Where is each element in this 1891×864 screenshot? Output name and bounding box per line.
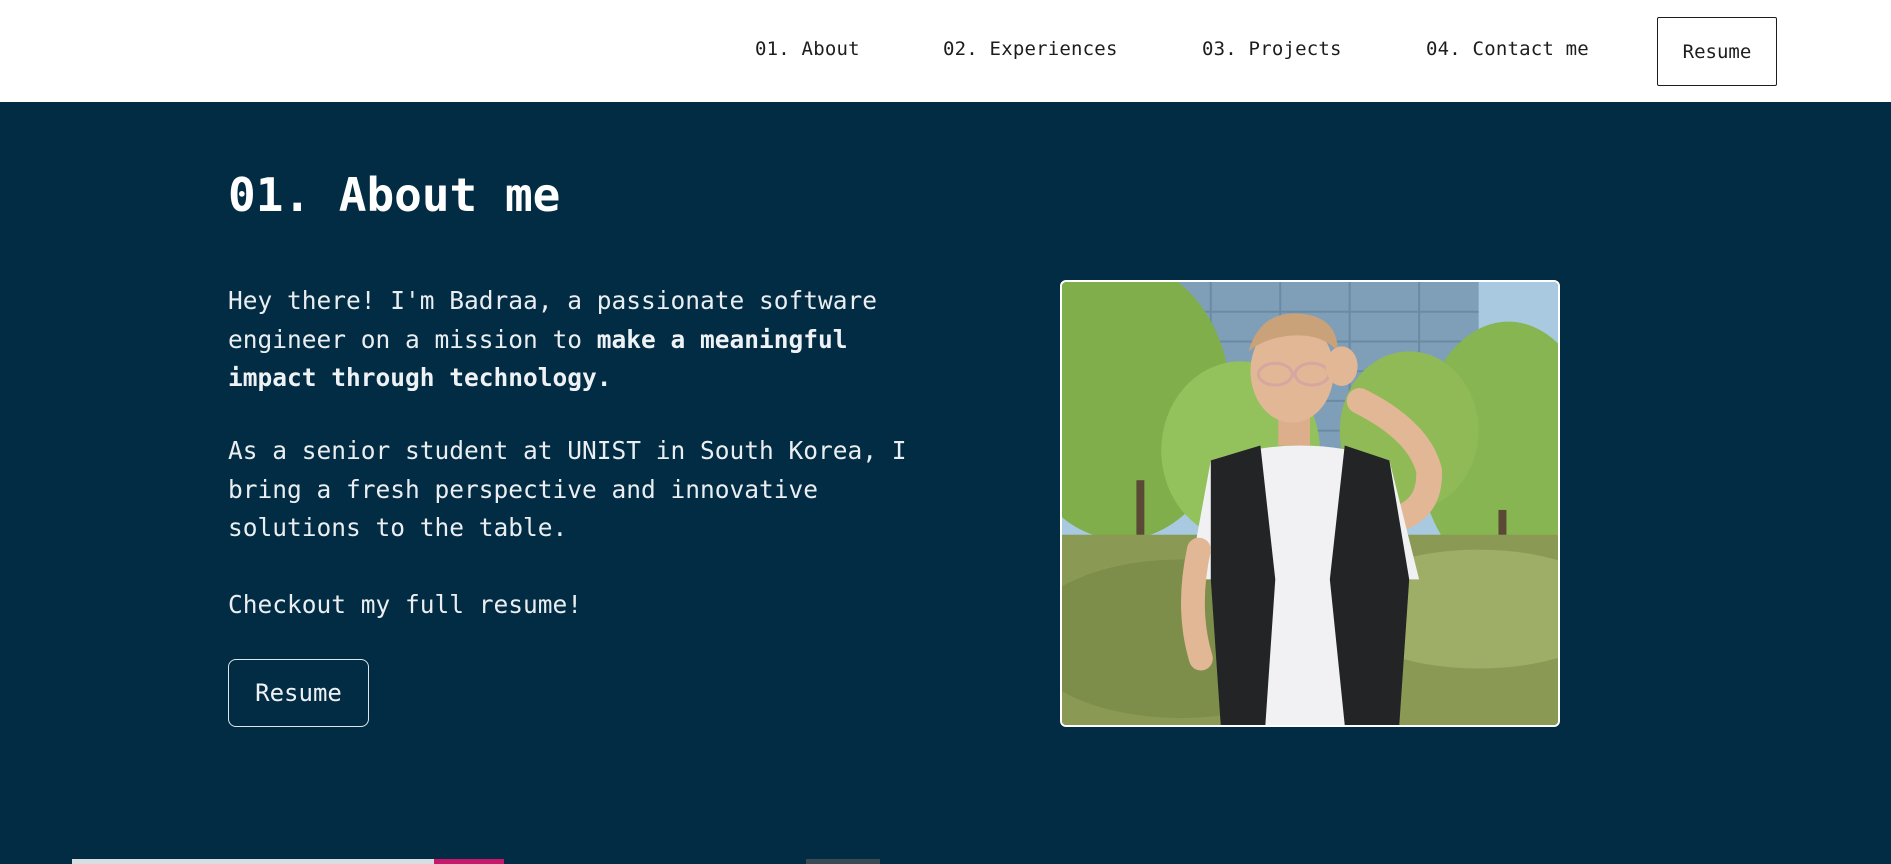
nav-link-experiences[interactable]: 02. Experiences [943, 38, 1118, 60]
nav-link-contact[interactable]: 04. Contact me [1426, 38, 1589, 60]
next-section-preview-accent [434, 859, 504, 864]
about-resume-prompt: Checkout my full resume! [228, 590, 583, 619]
navbar: 01. About 02. Experiences 03. Projects 0… [0, 0, 1891, 102]
next-section-preview-2 [806, 859, 880, 864]
about-intro: Hey there! I'm Badraa, a passionate soft… [228, 282, 948, 398]
next-section-preview [72, 859, 434, 864]
about-resume-button[interactable]: Resume [228, 659, 369, 727]
about-section: 01. About me Hey there! I'm Badraa, a pa… [0, 102, 1891, 864]
about-education: As a senior student at UNIST in South Ko… [228, 436, 907, 542]
section-title: 01. About me [228, 168, 561, 222]
profile-photo [1060, 280, 1560, 727]
profile-photo-image [1062, 282, 1558, 725]
nav-link-projects[interactable]: 03. Projects [1202, 38, 1342, 60]
nav-link-about[interactable]: 01. About [755, 38, 860, 60]
nav-resume-button[interactable]: Resume [1657, 17, 1777, 86]
